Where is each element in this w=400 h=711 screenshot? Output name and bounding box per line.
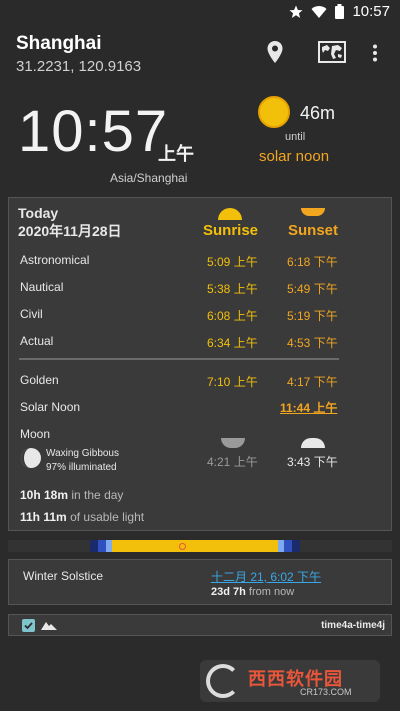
sunrise-header: Sunrise	[203, 222, 259, 239]
solstice-countdown-suffix: from now	[248, 586, 295, 598]
moonrise-time: 4:21 上午	[207, 455, 258, 469]
day-length: 10h 18m in the day	[20, 488, 123, 502]
rise-time-civil: 6:08 上午	[207, 309, 258, 323]
checkbox-icon[interactable]	[22, 619, 35, 632]
solstice-countdown-value: 23d 7h	[211, 586, 246, 598]
app-bar: Shanghai 31.2231, 120.9163	[0, 24, 400, 80]
rise-time-nautical: 5:38 上午	[207, 282, 258, 296]
clock-time[interactable]: 10:57	[18, 98, 168, 165]
star-icon	[289, 5, 303, 18]
solstice-date[interactable]: 十二月 21, 6:02 下午	[211, 568, 321, 585]
bar-astronomical-pm	[292, 540, 300, 552]
solar-noon-time[interactable]: 11:44 上午	[280, 399, 337, 416]
current-time-marker	[179, 543, 186, 550]
rise-time-actual: 6:34 上午	[207, 336, 258, 350]
clock-area: 10:57 上午 Asia/Shanghai 46m until solar n…	[0, 80, 400, 190]
row-label-nautical: Nautical	[20, 280, 64, 294]
status-icons: 10:57	[289, 3, 390, 20]
row-label-civil: Civil	[20, 307, 43, 321]
set-time-golden: 4:17 下午	[287, 375, 338, 389]
divider	[19, 358, 339, 360]
battery-icon	[335, 4, 345, 19]
wifi-icon	[311, 5, 327, 18]
row-label-moon: Moon	[20, 427, 51, 441]
moon-illumination: 97% illuminated	[46, 462, 117, 473]
date-label[interactable]: 2020年11月28日	[18, 221, 122, 241]
sunrise-icon	[218, 208, 242, 220]
solstice-countdown: 23d 7h from now	[211, 586, 294, 598]
location-pin-icon[interactable]	[266, 40, 284, 64]
moon-phase-icon	[21, 448, 41, 468]
usable-light: 11h 11m of usable light	[20, 510, 144, 524]
library-label: time4a-time4j	[321, 620, 385, 631]
next-event-countdown: 46m	[300, 103, 336, 123]
sun-icon	[258, 96, 290, 128]
today-label: Today	[18, 205, 59, 221]
world-map-icon[interactable]	[318, 41, 346, 63]
status-bar: 10:57	[0, 0, 400, 24]
coordinates: 31.2231, 120.9163	[16, 58, 142, 75]
row-label-solar-noon: Solar Noon	[20, 400, 81, 414]
rise-time-astronomical: 5:09 上午	[207, 255, 258, 269]
daylight-bar[interactable]	[8, 540, 392, 552]
day-length-suffix: in the day	[71, 488, 124, 502]
moon-phase-label: Waxing Gibbous	[46, 448, 119, 459]
bar-nautical-am	[98, 540, 106, 552]
set-time-actual: 4:53 下午	[287, 336, 338, 350]
watermark-url: CR173.COM	[300, 687, 352, 697]
moonset-time: 3:43 下午	[287, 455, 338, 469]
row-label-astronomical: Astronomical	[20, 253, 90, 267]
moonset-icon	[301, 438, 325, 448]
footer-bar: time4a-time4j	[8, 614, 392, 636]
row-label-golden: Golden	[20, 373, 59, 387]
day-length-value: 10h 18m	[20, 488, 69, 502]
clock-ampm: 上午	[158, 144, 194, 164]
set-time-nautical: 5:49 下午	[287, 282, 338, 296]
usable-light-value: 11h 11m	[20, 510, 67, 524]
city-name: Shanghai	[16, 33, 102, 54]
solstice-label: Winter Solstice	[23, 569, 104, 583]
next-event-name: solar noon	[259, 148, 330, 165]
sunset-header: Sunset	[288, 222, 339, 239]
bar-astronomical-am	[90, 540, 98, 552]
overflow-menu-icon[interactable]	[372, 44, 378, 62]
watermark-logo: 西西软件园 CR173.COM	[200, 660, 380, 702]
solstice-card[interactable]: Winter Solstice 十二月 21, 6:02 下午 23d 7h f…	[8, 559, 392, 605]
usable-light-suffix: of usable light	[70, 510, 145, 524]
mountain-icon[interactable]	[41, 620, 57, 630]
watermark-c-icon	[206, 664, 240, 698]
row-label-actual: Actual	[20, 334, 54, 348]
set-time-civil: 5:19 下午	[287, 309, 338, 323]
moonrise-icon	[221, 438, 245, 448]
bar-daylight	[112, 540, 278, 552]
status-time: 10:57	[352, 3, 390, 20]
sunset-icon	[301, 208, 325, 216]
rise-time-golden: 7:10 上午	[207, 375, 258, 389]
until-label: until	[285, 131, 306, 143]
bar-nautical-pm	[284, 540, 292, 552]
set-time-astronomical: 6:18 下午	[287, 255, 338, 269]
timezone-label[interactable]: Asia/Shanghai	[110, 171, 187, 185]
sun-times-card[interactable]: Today 2020年11月28日 Sunrise Sunset Astrono…	[8, 197, 392, 531]
